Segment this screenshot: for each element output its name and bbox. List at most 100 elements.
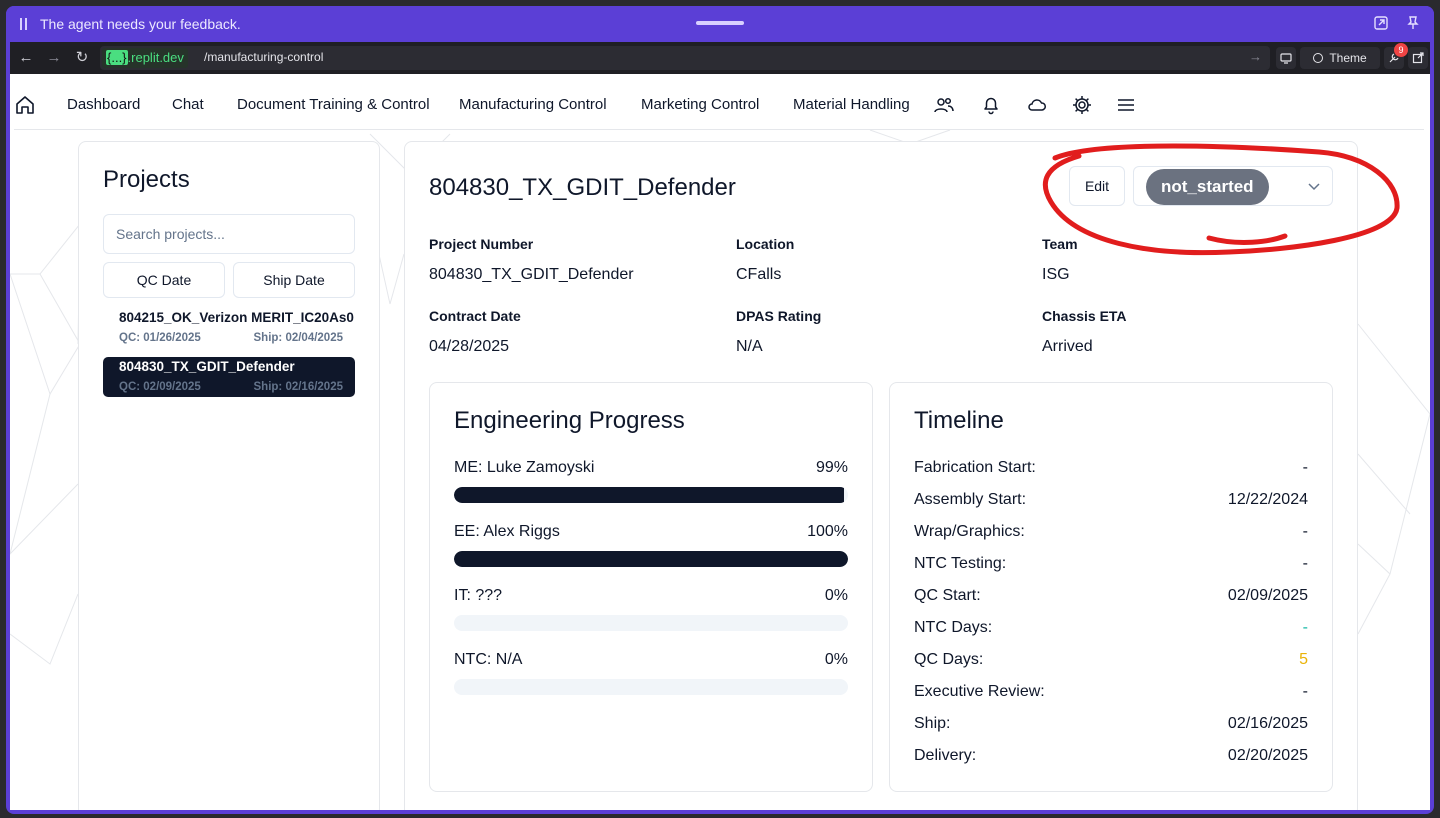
project-name: 804830_TX_GDIT_Defender — [119, 359, 295, 374]
timeline-value: 02/20/2025 — [1227, 747, 1308, 764]
field-value: CFalls — [736, 266, 782, 283]
pause-icon[interactable] — [20, 18, 28, 30]
timeline-label: Ship: — [914, 715, 951, 732]
nav-dashboard[interactable]: Dashboard — [67, 96, 140, 113]
forward-arrow-icon[interactable]: → — [44, 48, 64, 68]
edit-button[interactable]: Edit — [1069, 166, 1125, 206]
project-ship-date: Ship: 02/04/2025 — [253, 332, 344, 344]
feedback-bar: The agent needs your feedback. — [6, 6, 1434, 42]
project-detail-panel: 804830_TX_GDIT_Defender Edit not_started… — [404, 141, 1400, 810]
sort-qc-date-button[interactable]: QC Date — [103, 262, 225, 298]
browser-toolbar: ← → ↻ {...}.replit.dev /manufacturing-co… — [10, 42, 1430, 74]
project-name: 804215_OK_Verizon MERIT_IC20As0 — [119, 310, 354, 325]
sort-ship-date-button[interactable]: Ship Date — [233, 262, 355, 298]
url-host: {...}.replit.dev — [102, 48, 188, 68]
cloud-icon[interactable] — [1026, 94, 1048, 116]
engineering-progress-title: Engineering Progress — [454, 407, 685, 434]
reload-icon[interactable]: ↻ — [72, 48, 92, 68]
nav-chat[interactable]: Chat — [172, 96, 204, 113]
notification-badge: 9 — [1394, 43, 1408, 57]
projects-panel: Projects QC Date Ship Date 804215_OK_Ver… — [78, 141, 380, 810]
bell-icon[interactable] — [980, 94, 1002, 116]
field-value: N/A — [736, 338, 763, 355]
url-bar[interactable]: {...}.replit.dev /manufacturing-control … — [100, 46, 1270, 70]
field-label: Team — [1042, 236, 1078, 252]
progress-label: ME: Luke Zamoyski — [454, 459, 595, 476]
progress-bar — [454, 615, 848, 631]
project-list-item-selected[interactable]: 804830_TX_GDIT_Defender QC: 02/09/2025 S… — [103, 357, 355, 397]
nav-manufacturing-control[interactable]: Manufacturing Control — [459, 96, 607, 113]
feedback-message: The agent needs your feedback. — [40, 16, 241, 32]
timeline-value: 02/16/2025 — [1227, 715, 1308, 732]
timeline-label: QC Days: — [914, 651, 984, 668]
progress-bar — [454, 551, 848, 567]
field-label: Chassis ETA — [1042, 308, 1127, 324]
hamburger-menu-icon[interactable] — [1115, 94, 1137, 116]
nav-material-handling[interactable]: Material Handling — [793, 96, 910, 113]
timeline-value: - — [1302, 523, 1308, 540]
timeline-value: - — [1302, 555, 1308, 572]
theme-button[interactable]: Theme — [1300, 47, 1380, 69]
home-icon[interactable] — [14, 94, 36, 116]
status-select[interactable]: not_started — [1133, 166, 1333, 206]
app-content: Dashboard Chat Document Training & Contr… — [10, 74, 1430, 810]
drag-handle[interactable] — [696, 21, 744, 25]
field-value: ISG — [1042, 266, 1070, 283]
search-projects-input[interactable] — [103, 214, 355, 254]
project-list-item[interactable]: 804215_OK_Verizon MERIT_IC20As0 QC: 01/2… — [103, 308, 355, 348]
expand-icon[interactable] — [1372, 15, 1390, 33]
timeline-label: Fabrication Start: — [914, 459, 1036, 476]
progress-percent: 0% — [824, 587, 848, 604]
timeline-value: 5 — [1299, 651, 1308, 668]
timeline-value: 02/09/2025 — [1227, 587, 1308, 604]
chevron-down-icon — [1308, 183, 1320, 191]
timeline-label: NTC Testing: — [914, 555, 1007, 572]
nav-document-training[interactable]: Document Training & Control — [237, 96, 430, 113]
palette-icon — [1313, 53, 1324, 63]
progress-percent: 0% — [824, 651, 848, 668]
theme-label: Theme — [1329, 51, 1367, 65]
progress-label: NTC: N/A — [454, 651, 523, 668]
app-window: The agent needs your feedback. ← → ↻ {..… — [6, 6, 1434, 814]
url-host-suffix: .replit.dev — [127, 50, 184, 65]
progress-label: EE: Alex Riggs — [454, 523, 560, 540]
timeline-card: Timeline Fabrication Start: - Assembly S… — [889, 382, 1333, 792]
progress-percent: 99% — [815, 459, 848, 476]
top-navigation: Dashboard Chat Document Training & Contr… — [10, 74, 1430, 130]
field-label: DPAS Rating — [736, 308, 822, 324]
progress-fill — [454, 551, 848, 567]
url-go-arrow-icon[interactable]: → — [1249, 49, 1262, 64]
timeline-label: NTC Days: — [914, 619, 993, 636]
red-annotation-circle — [1042, 143, 1400, 256]
field-label: Project Number — [429, 236, 534, 252]
project-qc-date: QC: 01/26/2025 — [119, 332, 201, 344]
open-external-icon[interactable] — [1408, 47, 1428, 69]
progress-label: IT: ??? — [454, 587, 503, 604]
nav-marketing-control[interactable]: Marketing Control — [641, 96, 759, 113]
nav-divider — [14, 129, 1424, 130]
timeline-label: Wrap/Graphics: — [914, 523, 1025, 540]
field-value: Arrived — [1042, 338, 1093, 355]
field-label: Contract Date — [429, 308, 521, 324]
gear-icon[interactable] — [1071, 94, 1093, 116]
timeline-value: - — [1302, 619, 1308, 636]
timeline-label: QC Start: — [914, 587, 981, 604]
field-value: 804830_TX_GDIT_Defender — [429, 266, 634, 283]
users-icon[interactable] — [933, 94, 955, 116]
url-path: /manufacturing-control — [204, 50, 324, 64]
tools-icon[interactable]: 9 — [1384, 43, 1408, 69]
timeline-value: 12/22/2024 — [1227, 491, 1308, 508]
timeline-label: Delivery: — [914, 747, 977, 764]
url-host-prefix: {...} — [106, 50, 128, 65]
timeline-value: - — [1302, 683, 1308, 700]
back-arrow-icon[interactable]: ← — [16, 48, 36, 68]
pin-icon[interactable] — [1404, 15, 1422, 33]
project-qc-date: QC: 02/09/2025 — [119, 381, 201, 393]
projects-title: Projects — [103, 166, 190, 193]
project-detail-title: 804830_TX_GDIT_Defender — [429, 174, 736, 201]
devices-icon[interactable] — [1276, 47, 1296, 69]
timeline-label: Executive Review: — [914, 683, 1045, 700]
project-ship-date: Ship: 02/16/2025 — [253, 381, 344, 393]
progress-bar — [454, 487, 848, 503]
field-value: 04/28/2025 — [429, 338, 510, 355]
